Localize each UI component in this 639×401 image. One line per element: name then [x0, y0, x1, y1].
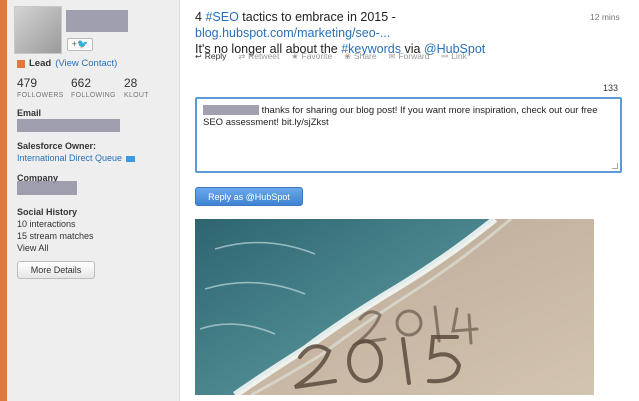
company-redacted — [17, 181, 77, 195]
owner-link[interactable]: International Direct Queue — [17, 153, 122, 163]
following-stat: 662 FOLLOWING — [71, 76, 116, 99]
lead-status-icon — [17, 59, 25, 68]
tweet-timestamp: 12 mins — [590, 12, 620, 22]
reply-action-label: Reply — [204, 51, 227, 61]
following-label: FOLLOWING — [71, 92, 116, 99]
reply-as-button[interactable]: Reply as @HubSpot — [195, 187, 303, 206]
more-details-button[interactable]: More Details — [17, 261, 95, 279]
hashtag-seo-link[interactable]: #SEO — [205, 10, 238, 24]
email-title: Email — [17, 108, 42, 118]
follow-twitter-button[interactable]: +🐦 — [67, 38, 93, 51]
tweet-text: 4 #SEO tactics to embrace in 2015 - blog… — [195, 9, 575, 57]
tweet-text-part1: 4 — [195, 10, 206, 24]
tweet-url-link[interactable]: blog.hubspot.com/marketing/seo-... — [195, 26, 390, 40]
star-icon: ★ — [291, 51, 299, 61]
followers-label: FOLLOWERS — [17, 92, 64, 99]
twitter-bird-icon: 🐦 — [77, 39, 89, 49]
view-contact-link[interactable]: (View Contact) — [55, 58, 117, 69]
following-count: 662 — [71, 76, 92, 90]
klout-stat: 28 KLOUT — [124, 76, 149, 99]
tweet-image[interactable] — [195, 219, 594, 395]
beach-photo — [195, 219, 594, 395]
klout-score: 28 — [124, 76, 138, 90]
share-action-label: Share — [353, 51, 377, 61]
link-action[interactable]: ⚯ Link — [442, 51, 467, 61]
envelope-icon: ✉ — [388, 51, 396, 61]
forward-action-label: Forward — [398, 51, 430, 61]
klout-label: KLOUT — [124, 92, 149, 99]
reply-mention-redacted — [203, 105, 259, 116]
owner-title: Salesforce Owner: — [17, 141, 97, 151]
contact-name-redacted — [66, 10, 128, 32]
lead-status-row: Lead (View Contact) — [17, 58, 117, 69]
link-action-label: Link — [451, 51, 467, 61]
reply-action[interactable]: ↩ Reply — [195, 51, 226, 61]
followers-stat: 479 FOLLOWERS — [17, 76, 64, 99]
lead-label: Lead — [29, 58, 52, 69]
contact-sidebar: +🐦 Lead (View Contact) 479 FOLLOWERS 662… — [0, 0, 180, 401]
retweet-action[interactable]: ⇄ Retweet — [238, 51, 279, 61]
link-icon: ⚯ — [441, 51, 449, 61]
followers-count: 479 — [17, 76, 38, 90]
email-redacted — [17, 119, 120, 132]
retweet-icon: ⇄ — [238, 51, 246, 61]
lead-accent-bar — [0, 0, 7, 401]
interactions-count: 10 interactions — [17, 219, 76, 229]
reply-arrow-icon: ↩ — [195, 51, 202, 61]
tweet-text-part2: tactics to embrace in 2015 - — [238, 10, 396, 24]
forward-action[interactable]: ✉ Forward — [389, 51, 430, 61]
view-all-link[interactable]: View All — [17, 243, 48, 253]
tweet-actions: ↩ Reply ⇄ Retweet ★ Favorite ❀ Share ✉ Forwar… — [195, 51, 467, 61]
owner-row: International Direct Queue — [17, 153, 136, 163]
social-history-title: Social History — [17, 207, 78, 217]
favorite-action[interactable]: ★ Favorite — [291, 51, 332, 61]
favorite-action-label: Favorite — [301, 51, 333, 61]
envelope-icon[interactable] — [126, 155, 136, 162]
stream-matches-count: 15 stream matches — [17, 231, 94, 241]
share-action[interactable]: ❀ Share — [344, 51, 376, 61]
resize-handle[interactable] — [612, 163, 618, 169]
reply-text: thanks for sharing our blog post! If you… — [203, 105, 598, 128]
reply-textarea[interactable]: thanks for sharing our blog post! If you… — [195, 97, 622, 173]
share-icon: ❀ — [344, 51, 351, 61]
avatar[interactable] — [14, 6, 62, 54]
retweet-action-label: Retweet — [248, 51, 280, 61]
character-counter: 133 — [603, 83, 619, 93]
